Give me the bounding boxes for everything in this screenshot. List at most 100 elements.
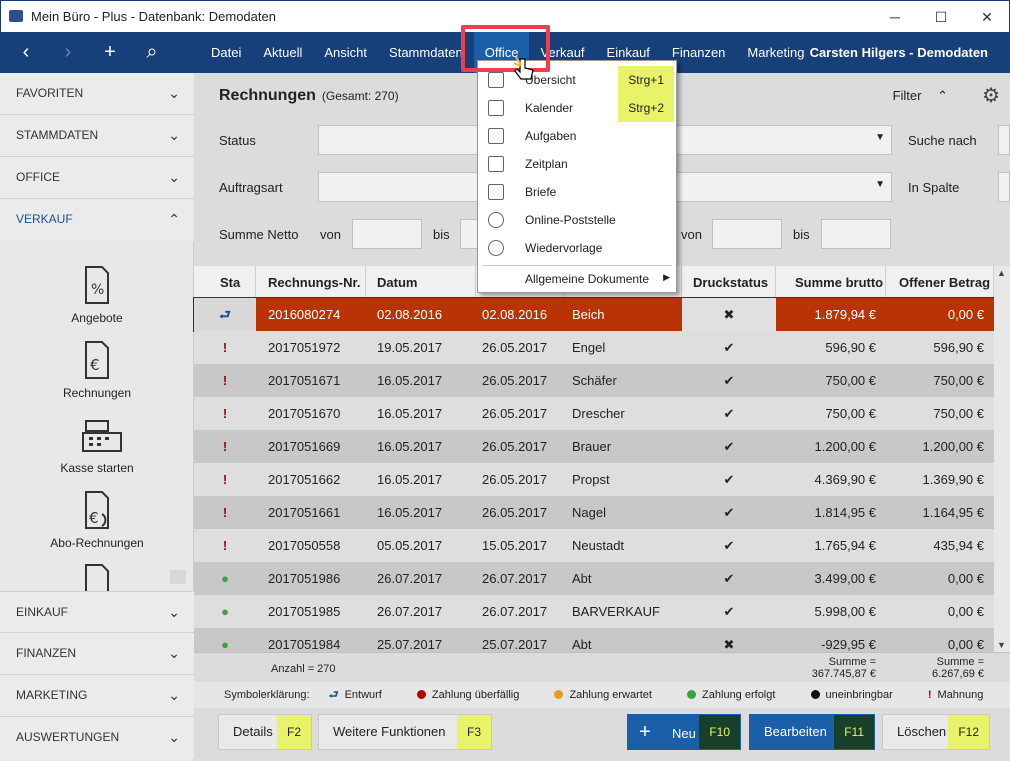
summe-brutto-bis-input[interactable] <box>821 219 891 249</box>
gear-icon[interactable]: ⚙ <box>982 83 1000 108</box>
sidebar-section-favoriten[interactable]: FAVORITEN ⌄ <box>0 73 194 115</box>
menu-item-online-poststelle[interactable]: Online-Poststelle <box>478 206 678 234</box>
sum-label: Summe = <box>828 656 876 668</box>
total-count: (Gesamt: 270) <box>321 89 399 103</box>
auftragsart-label: Auftragsart <box>219 180 283 195</box>
menu-item-kalender[interactable]: Kalender Strg+2 <box>478 94 678 122</box>
col-offener-betrag[interactable]: Offener Betrag <box>886 266 994 298</box>
maximize-button[interactable]: ☐ <box>921 5 961 29</box>
section-label: EINKAUF <box>16 605 69 619</box>
table-row[interactable]: ● 2017051986 26.07.2017 26.07.2017 Abt ✔ 3.499… <box>194 562 994 595</box>
sidebar-section-marketing[interactable]: MARKETING ⌄ <box>0 675 194 717</box>
menu-item-aufgaben[interactable]: Aufgaben <box>478 122 678 150</box>
menu-item-allgemeine-dokumente[interactable]: Allgemeine Dokumente ▶ <box>478 265 678 293</box>
recurring-invoice-icon: € <box>80 490 114 532</box>
menu-stammdaten[interactable]: Stammdaten <box>378 32 474 73</box>
cell-brutto: 3.499,00 € <box>814 571 876 586</box>
col-datum[interactable]: Datum <box>366 266 476 298</box>
forward-icon[interactable]: › <box>60 41 76 64</box>
plus-icon: + <box>639 721 651 743</box>
search-icon[interactable]: ⌕ <box>144 41 160 64</box>
neu-button[interactable]: + Neu F10 <box>627 714 741 750</box>
submenu-arrow-icon: ▶ <box>663 272 670 282</box>
loeschen-button[interactable]: Löschen F12 <box>882 714 990 750</box>
bearbeiten-button[interactable]: Bearbeiten F11 <box>749 714 875 750</box>
cell-faellig: 02.08.2016 <box>482 307 548 322</box>
cell-brutto: 750,00 € <box>825 373 876 388</box>
scroll-down-icon[interactable]: ▼ <box>997 640 1006 650</box>
minimize-button[interactable]: ─ <box>875 5 915 29</box>
sidebar-section-einkauf[interactable]: EINKAUF ⌄ <box>0 591 194 633</box>
sum-label: Summe = <box>936 656 984 668</box>
table-row[interactable]: ! 2017051670 16.05.2017 26.05.2017 Drescher ✔… <box>194 397 994 430</box>
table-footer: Anzahl = 270 Summe = 367.745,87 € Summe =… <box>194 652 1010 682</box>
menu-item-zeitplan[interactable]: Zeitplan <box>478 150 678 178</box>
svg-text:%: % <box>91 282 104 298</box>
table-row[interactable]: ! 2017051972 19.05.2017 26.05.2017 Engel ✔ 596… <box>194 331 994 364</box>
draft-icon: ⮐ <box>328 689 339 701</box>
orange-dot-icon <box>554 690 564 699</box>
hand-cursor-icon <box>513 56 534 83</box>
row-count: Anzahl = 270 <box>271 663 336 675</box>
col-summe-brutto[interactable]: Summe brutto <box>776 266 886 298</box>
col-rechnungs-nr[interactable]: Rechnungs-Nr. <box>256 266 366 298</box>
black-dot-icon <box>810 690 820 699</box>
add-icon[interactable]: + <box>102 41 118 64</box>
sidebar-section-stammdaten[interactable]: STAMMDATEN ⌄ <box>0 115 194 157</box>
cell-nr: 2017051671 <box>268 373 341 388</box>
weitere-funktionen-button[interactable]: Weitere Funktionen F3 <box>318 714 492 750</box>
bis-label-2: bis <box>793 227 810 242</box>
menu-ansicht[interactable]: Ansicht <box>313 32 378 73</box>
cell-faellig: 26.05.2017 <box>482 340 548 355</box>
cell-nr: 2017051661 <box>268 505 341 520</box>
menu-marketing[interactable]: Marketing <box>736 32 815 73</box>
sidebar-section-verkauf[interactable]: VERKAUF ⌃ <box>0 199 194 241</box>
sidebar-section-finanzen[interactable]: FINANZEN ⌄ <box>0 633 194 675</box>
status-icon: ! <box>222 373 228 388</box>
sidebar-section-auswertungen[interactable]: AUSWERTUNGEN ⌄ <box>0 717 194 759</box>
sidebar-item-kasse[interactable]: Kasse starten <box>0 415 194 475</box>
filter-toggle[interactable]: Filter ⌃ <box>893 88 948 104</box>
in-spalte-input[interactable] <box>998 172 1010 202</box>
cell-offen: 596,90 € <box>933 340 984 355</box>
suche-nach-input[interactable] <box>998 125 1010 155</box>
in-spalte-label: In Spalte <box>908 180 960 195</box>
sidebar-item-abo-rechnungen[interactable]: € Abo-Rechnungen <box>0 490 194 550</box>
menu-item-wiedervorlage[interactable]: Wiedervorlage <box>478 234 678 262</box>
summe-netto-von-input[interactable] <box>352 219 422 249</box>
col-status[interactable]: Sta <box>194 266 256 298</box>
sidebar-item-partial[interactable] <box>0 563 194 591</box>
table-row[interactable]: ! 2017051671 16.05.2017 26.05.2017 Schäfer ✔ 7… <box>194 364 994 397</box>
cell-datum: 16.05.2017 <box>377 373 443 388</box>
vertical-scrollbar[interactable]: ▲ ▼ <box>994 266 1010 652</box>
col-druckstatus[interactable]: Druckstatus <box>682 266 776 298</box>
scroll-up-icon[interactable]: ▲ <box>997 268 1006 278</box>
table-row[interactable]: ! 2017050558 05.05.2017 15.05.2017 Neustadt ✔… <box>194 529 994 562</box>
sidebar-item-angebote[interactable]: % Angebote <box>0 265 194 325</box>
col-label: Rechnungs-Nr. <box>268 275 361 290</box>
cell-kunde: Abt <box>572 571 592 586</box>
col-label: Offener Betrag <box>899 275 991 290</box>
close-button[interactable]: ✕ <box>967 5 1007 29</box>
back-icon[interactable]: ‹ <box>18 41 34 64</box>
sum-value: 6.267,69 € <box>932 668 984 680</box>
status-icon: ! <box>222 406 228 421</box>
menu-datei[interactable]: Datei <box>200 32 252 73</box>
sidebar-item-rechnungen[interactable]: € Rechnungen <box>0 340 194 400</box>
table-row[interactable]: ! 2017051661 16.05.2017 26.05.2017 Nagel ✔ 1.8… <box>194 496 994 529</box>
col-label: Datum <box>377 275 418 290</box>
scroll-hint-icon[interactable] <box>170 570 186 584</box>
chevron-down-icon: ⌄ <box>168 604 180 620</box>
summe-brutto-von-input[interactable] <box>712 219 782 249</box>
table-row[interactable]: ● 2017051985 26.07.2017 26.07.2017 BARVERKAU… <box>194 595 994 628</box>
menu-item-briefe[interactable]: Briefe <box>478 178 678 206</box>
office-dropdown-menu: Übersicht Strg+1 Kalender Strg+2 Aufgaben … <box>477 60 677 293</box>
details-button[interactable]: Details F2 <box>218 714 312 750</box>
cell-offen: 750,00 € <box>933 406 984 421</box>
cell-datum: 16.05.2017 <box>377 439 443 454</box>
table-row[interactable]: ! 2017051662 16.05.2017 26.05.2017 Propst ✔ 4.… <box>194 463 994 496</box>
table-row[interactable]: ⮐ 2016080274 02.08.2016 02.08.2016 Beich ✖ 1.8… <box>193 297 995 332</box>
sidebar-section-office[interactable]: OFFICE ⌄ <box>0 157 194 199</box>
table-row[interactable]: ! 2017051669 16.05.2017 26.05.2017 Brauer ✔ 1.… <box>194 430 994 463</box>
menu-aktuell[interactable]: Aktuell <box>252 32 313 73</box>
